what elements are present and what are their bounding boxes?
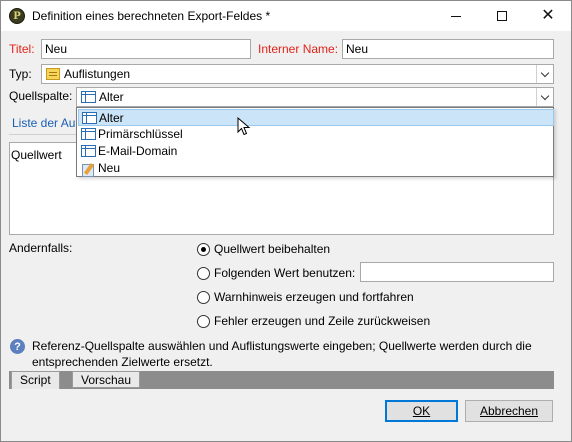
folgender-wert-input[interactable] (360, 262, 554, 282)
cancel-button-label: Abbrechen (479, 404, 539, 418)
mouse-cursor-icon (237, 117, 251, 136)
titel-input[interactable]: Neu (41, 39, 251, 59)
andernfalls-label: Andernfalls: (9, 241, 73, 255)
quellspalte-select-value: Alter (99, 90, 124, 104)
radio-button[interactable] (197, 267, 210, 280)
dropdown-item-label: Neu (98, 161, 121, 175)
list-icon (46, 68, 60, 83)
tab-script[interactable]: Script (11, 371, 60, 389)
radio-button[interactable] (197, 315, 210, 328)
column-icon (81, 91, 96, 106)
ok-button[interactable]: OK (385, 400, 458, 422)
maximize-icon (497, 11, 507, 21)
interner-name-label: Interner Name: (258, 42, 339, 56)
radio-label: Folgenden Wert benutzen: (214, 266, 356, 280)
dropdown-item-email-domain[interactable]: E-Mail-Domain (78, 143, 554, 160)
close-button[interactable]: ✕ (525, 1, 571, 31)
typ-select-value: Auflistungen (64, 67, 131, 81)
dialog-window: P Definition eines berechneten Export-Fe… (0, 0, 572, 442)
dropdown-item-primaerschluessel[interactable]: Primärschlüssel (78, 126, 554, 143)
column-icon (81, 145, 96, 160)
pencil-icon (81, 162, 95, 179)
app-logo-icon: P (9, 8, 25, 24)
radio-label: Warnhinweis erzeugen und fortfahren (214, 290, 414, 304)
column-icon (82, 112, 97, 127)
minimize-icon (451, 15, 461, 17)
grid-column-header-quellwert[interactable]: Quellwert (10, 148, 62, 162)
column-icon (81, 128, 96, 143)
chevron-down-icon (540, 68, 550, 77)
editor-tab-strip: Script Vorschau (9, 371, 554, 389)
quellspalte-dropdown-list: Alter Primärschlüssel E-Mail-Domain Neu (76, 107, 554, 177)
quellspalte-select[interactable]: Alter (76, 87, 554, 107)
help-text: Referenz-Quellspalte auswählen und Aufli… (32, 339, 532, 369)
tab-liste-der-auflistungswerte[interactable]: Liste der Au (9, 112, 79, 134)
radio-label: Fehler erzeugen und Zeile zurückweisen (214, 314, 431, 328)
window-title: Definition eines berechneten Export-Feld… (32, 9, 271, 23)
quellspalte-dropdown-button[interactable] (536, 88, 553, 106)
radio-label: Quellwert beibehalten (214, 242, 331, 256)
dropdown-item-label: E-Mail-Domain (98, 144, 178, 158)
dropdown-item-label: Primärschlüssel (98, 127, 183, 141)
typ-dropdown-button[interactable] (536, 65, 553, 83)
interner-name-input[interactable]: Neu (342, 39, 554, 59)
dropdown-item-label: Alter (99, 111, 124, 125)
minimize-button[interactable] (433, 1, 479, 31)
typ-label: Typ: (9, 67, 32, 81)
radio-button[interactable] (197, 291, 210, 304)
tab-vorschau[interactable]: Vorschau (72, 371, 141, 388)
radio-button[interactable] (197, 243, 210, 256)
cancel-button[interactable]: Abbrechen (465, 400, 553, 422)
close-icon: ✕ (541, 7, 555, 24)
ok-button-label: OK (412, 404, 431, 418)
help-icon: ? (10, 339, 25, 354)
chevron-down-icon (540, 91, 550, 100)
title-bar: P Definition eines berechneten Export-Fe… (1, 1, 571, 31)
dropdown-item-neu[interactable]: Neu (78, 160, 554, 177)
quellspalte-label: Quellspalte: (9, 89, 73, 103)
dropdown-item-alter[interactable]: Alter (78, 109, 554, 126)
maximize-button[interactable] (479, 1, 525, 31)
titel-label: Titel: (9, 42, 35, 56)
typ-select[interactable]: Auflistungen (41, 64, 554, 84)
